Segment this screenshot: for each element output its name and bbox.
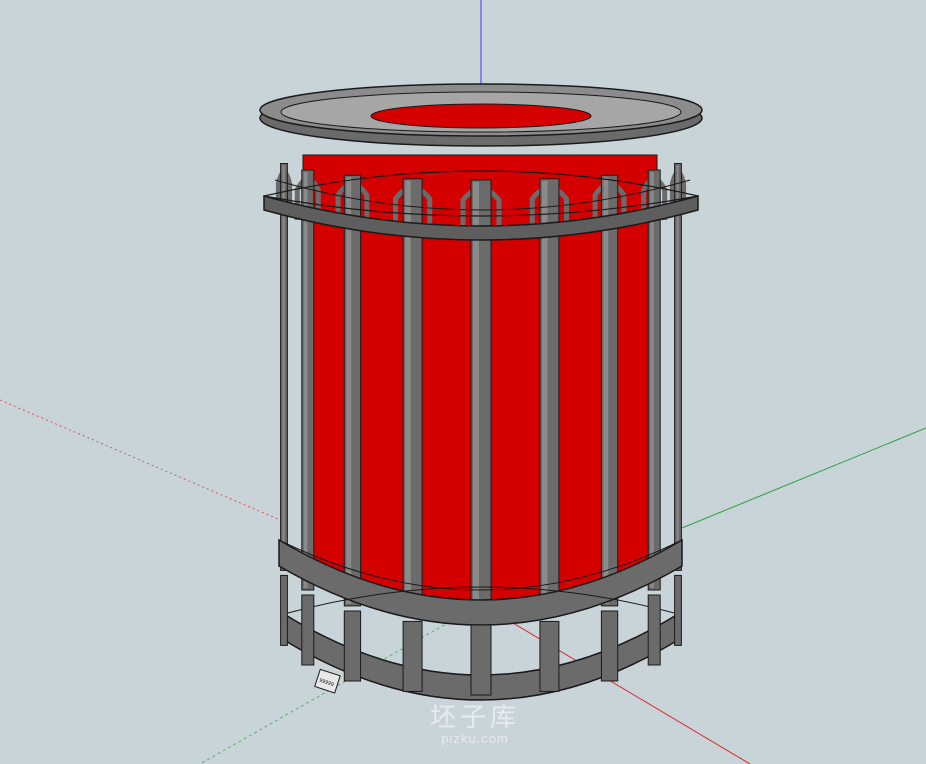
vertical-bar-highlight — [282, 165, 285, 569]
vertical-bar-highlight — [603, 177, 609, 604]
lower-bar — [470, 624, 492, 696]
lower-bar — [674, 574, 682, 646]
label-plate: 99999 — [314, 668, 341, 694]
scene-canvas[interactable]: 99999 — [0, 0, 926, 764]
vertical-bar — [301, 169, 315, 591]
vertical-bar-highlight — [303, 172, 308, 588]
lower-bar — [280, 574, 288, 646]
vertical-bar — [647, 169, 661, 591]
lower-bar — [402, 620, 423, 692]
top-rim — [259, 83, 703, 147]
lower-bar — [647, 594, 661, 666]
lower-bar — [600, 610, 619, 682]
vertical-bar-highlight — [650, 172, 654, 588]
vertical-bar-highlight — [346, 177, 352, 604]
vertical-bar-highlight — [676, 165, 679, 569]
3d-viewport[interactable]: 99999 坯子库 pizku.com — [0, 0, 926, 764]
lower-bar — [301, 594, 315, 666]
lower-bar — [343, 610, 362, 682]
axis-y — [681, 427, 926, 529]
lower-bar — [539, 620, 560, 692]
axis-x-negative — [0, 399, 281, 521]
vertical-bar-highlight — [541, 180, 548, 615]
vertical-bar-highlight — [405, 180, 411, 615]
vertical-bar-highlight — [473, 182, 479, 618]
